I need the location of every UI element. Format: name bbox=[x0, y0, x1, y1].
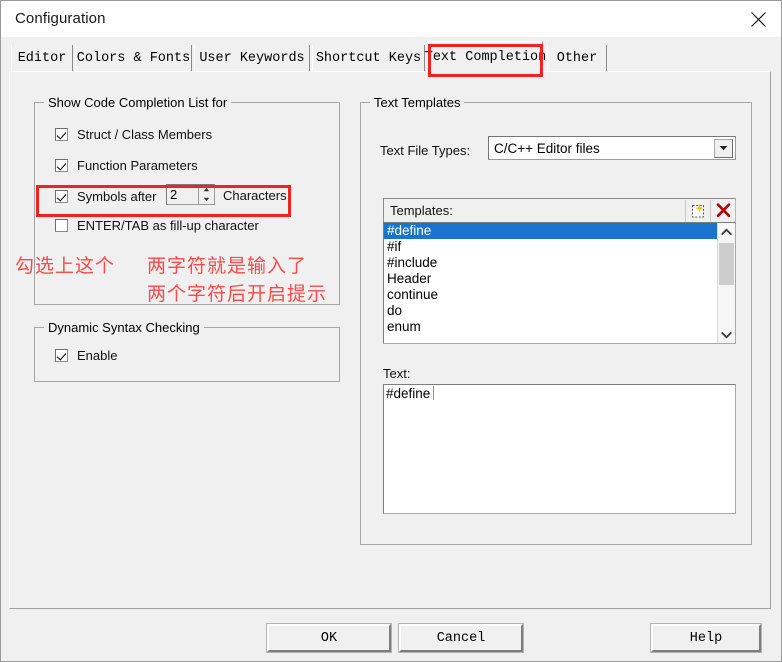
template-text-editor[interactable]: #define bbox=[383, 384, 736, 514]
templates-list-items: #define #if #include Header continue do … bbox=[384, 223, 717, 335]
checkbox-function-parameters[interactable]: Function Parameters bbox=[55, 156, 198, 174]
cancel-button[interactable]: Cancel bbox=[398, 623, 524, 653]
help-button-label: Help bbox=[689, 630, 723, 646]
ok-button-label: OK bbox=[320, 630, 338, 646]
list-item[interactable]: continue bbox=[384, 287, 717, 303]
group-dynamic-syntax-checking: Dynamic Syntax Checking Enable bbox=[34, 320, 340, 382]
chevron-down-icon[interactable] bbox=[718, 326, 735, 343]
help-button[interactable]: Help bbox=[650, 623, 762, 653]
checkbox-box bbox=[55, 218, 68, 232]
configuration-dialog: Configuration Editor Colors & Fonts User… bbox=[0, 0, 782, 662]
group-text-templates: Text Templates Text File Types: C/C++ Ed… bbox=[360, 95, 752, 545]
stepper-up-icon[interactable] bbox=[199, 185, 214, 195]
tab-label: Editor bbox=[17, 50, 67, 66]
tab-shortcut-keys[interactable]: Shortcut Keys bbox=[312, 45, 425, 71]
annotation-text-check-this: 勾选上这个 bbox=[15, 255, 116, 277]
tab-colors-and-fonts[interactable]: Colors & Fonts bbox=[75, 45, 192, 71]
checkbox-box bbox=[55, 127, 68, 141]
stepper-buttons bbox=[198, 184, 215, 205]
delete-template-icon[interactable] bbox=[710, 199, 735, 222]
text-file-types-select[interactable]: C/C++ Editor files bbox=[488, 136, 736, 160]
templates-list[interactable]: #define #if #include Header continue do … bbox=[383, 222, 736, 344]
list-item[interactable]: #define bbox=[384, 223, 717, 239]
list-item[interactable]: enum bbox=[384, 319, 717, 335]
template-text-value: #define bbox=[386, 386, 431, 401]
close-icon[interactable] bbox=[735, 1, 781, 37]
chevron-up-icon[interactable] bbox=[718, 223, 735, 240]
text-file-types-value: C/C++ Editor files bbox=[494, 140, 600, 156]
checkbox-struct-class-members[interactable]: Struct / Class Members bbox=[55, 125, 212, 143]
tab-page-text-completion: Show Code Completion List for Struct / C… bbox=[9, 71, 771, 609]
tab-other[interactable]: Other bbox=[547, 45, 607, 71]
annotation-text-two-chars-input: 两字符就是输入了 bbox=[147, 255, 308, 277]
checkbox-label: Symbols after bbox=[77, 188, 157, 204]
templates-label: Templates: bbox=[390, 203, 453, 218]
symbols-after-value[interactable]: 2 bbox=[166, 184, 198, 205]
group-title: Dynamic Syntax Checking bbox=[44, 320, 204, 335]
cancel-button-label: Cancel bbox=[436, 630, 486, 646]
ok-button[interactable]: OK bbox=[266, 623, 392, 653]
tab-user-keywords[interactable]: User Keywords bbox=[194, 45, 310, 71]
checkbox-label: Function Parameters bbox=[77, 157, 198, 173]
checkbox-box bbox=[55, 158, 68, 172]
list-item[interactable]: Header bbox=[384, 271, 717, 287]
tab-text-completion[interactable]: Text Completion bbox=[425, 41, 546, 73]
tab-label: Colors & Fonts bbox=[76, 50, 191, 66]
group-title: Show Code Completion List for bbox=[44, 95, 232, 110]
checkbox-enable-syntax-checking[interactable]: Enable bbox=[55, 346, 117, 364]
checkbox-label: Struct / Class Members bbox=[77, 126, 213, 142]
checkbox-label: ENTER/TAB as fill-up character bbox=[77, 217, 259, 233]
templates-toolbar: Templates: bbox=[383, 198, 736, 223]
text-caret bbox=[433, 386, 435, 400]
symbols-after-stepper[interactable]: 2 bbox=[166, 184, 215, 205]
tab-strip: Editor Colors & Fonts User Keywords Shor… bbox=[1, 37, 781, 73]
checkbox-box bbox=[55, 348, 68, 362]
tab-label: Text Completion bbox=[424, 50, 547, 65]
templates-list-scrollbar[interactable] bbox=[717, 223, 735, 343]
text-label: Text: bbox=[383, 366, 411, 381]
scrollbar-thumb[interactable] bbox=[719, 243, 734, 285]
text-file-types-label: Text File Types: bbox=[380, 143, 471, 158]
tab-label: User Keywords bbox=[199, 50, 305, 66]
list-item[interactable]: do bbox=[384, 303, 717, 319]
annotation-text-two-chars-hint: 两个字符后开启提示 bbox=[147, 283, 328, 305]
symbols-after-suffix-label: Characters bbox=[223, 188, 287, 203]
stepper-down-icon[interactable] bbox=[199, 195, 214, 205]
chevron-down-icon[interactable] bbox=[714, 138, 733, 158]
new-template-icon[interactable] bbox=[685, 199, 710, 222]
checkbox-box bbox=[55, 189, 68, 203]
title-bar: Configuration bbox=[1, 1, 781, 37]
tab-label: Other bbox=[556, 50, 598, 66]
checkbox-symbols-after[interactable]: Symbols after bbox=[55, 187, 156, 205]
window-title: Configuration bbox=[15, 10, 106, 27]
list-item[interactable]: #include bbox=[384, 255, 717, 271]
tab-label: Shortcut Keys bbox=[315, 50, 422, 66]
group-title: Text Templates bbox=[370, 95, 465, 110]
tab-editor[interactable]: Editor bbox=[11, 45, 73, 71]
list-item[interactable]: #if bbox=[384, 239, 717, 255]
checkbox-label: Enable bbox=[77, 347, 118, 363]
checkbox-enter-tab-fillup[interactable]: ENTER/TAB as fill-up character bbox=[55, 216, 259, 234]
